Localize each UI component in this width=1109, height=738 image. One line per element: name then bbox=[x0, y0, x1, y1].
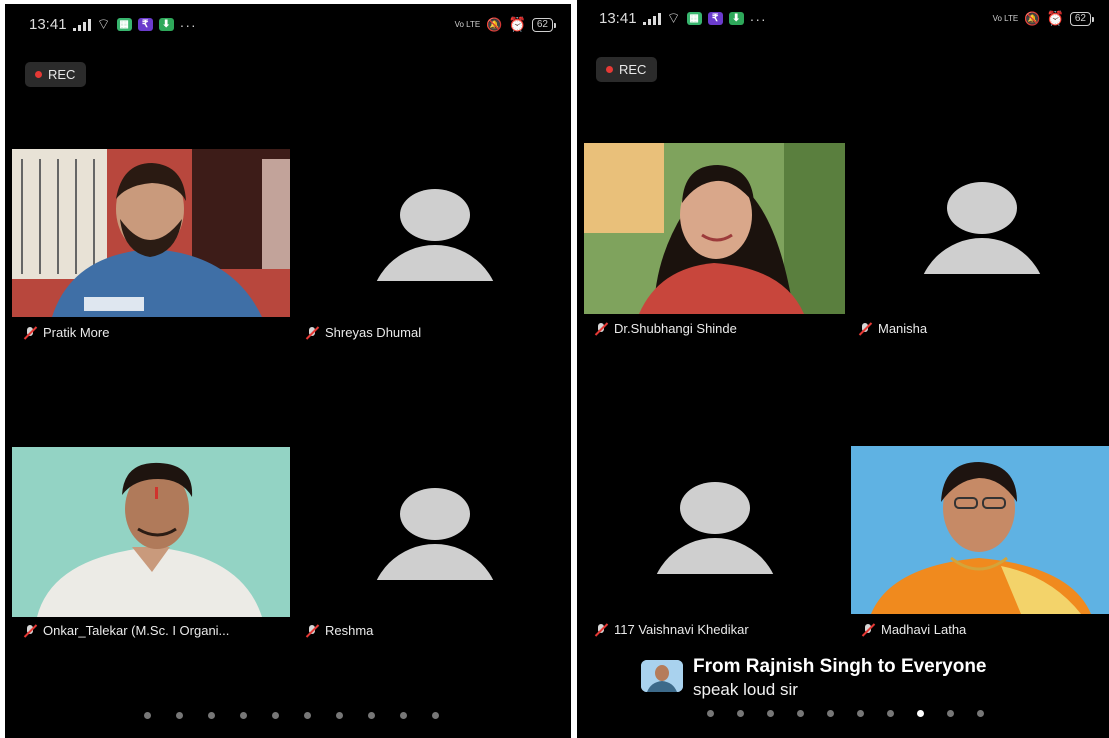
avatar-placeholder-icon[interactable] bbox=[650, 482, 780, 578]
participant-name: Madhavi Latha bbox=[881, 622, 967, 637]
participant-video-frame bbox=[851, 446, 1109, 614]
participant-label: Madhavi Latha bbox=[861, 622, 966, 637]
video-tile-onkar-talekar[interactable] bbox=[12, 447, 290, 617]
page-dot[interactable] bbox=[887, 710, 894, 717]
page-dot[interactable] bbox=[144, 712, 151, 719]
alarm-icon: ⏰ bbox=[1046, 10, 1064, 26]
battery-icon: 62 bbox=[1069, 11, 1095, 26]
alarm-icon: ⏰ bbox=[508, 16, 526, 32]
participant-name: 117 Vaishnavi Khedikar bbox=[614, 622, 749, 637]
more-notifications-icon: ··· bbox=[179, 16, 197, 33]
status-left: 13:41 ⌔ ▦ ₹ ⬇ ··· bbox=[599, 10, 767, 27]
status-bar: 13:41 ⌔ ▦ ₹ ⬇ ··· Vo LTE 🔕 ⏰ 62 bbox=[577, 0, 1109, 40]
page-dot[interactable] bbox=[917, 710, 924, 717]
page-dot[interactable] bbox=[827, 710, 834, 717]
page-dot[interactable] bbox=[737, 710, 744, 717]
participant-label: Dr.Shubhangi Shinde bbox=[594, 321, 737, 336]
chat-sender-avatar bbox=[641, 660, 683, 692]
signal-icon bbox=[72, 18, 91, 31]
mic-muted-icon bbox=[594, 321, 609, 336]
page-dot[interactable] bbox=[400, 712, 407, 719]
wifi-icon: ⌔ bbox=[96, 16, 111, 33]
app-notification-icon: ▦ bbox=[686, 12, 702, 25]
recording-dot-icon bbox=[606, 66, 613, 73]
wifi-icon: ⌔ bbox=[666, 10, 681, 27]
participant-name: Manisha bbox=[878, 321, 928, 336]
page-dot[interactable] bbox=[368, 712, 375, 719]
status-left: 13:41 ⌔ ▦ ₹ ⬇ ··· bbox=[29, 16, 197, 33]
volte-icon: Vo LTE bbox=[454, 19, 481, 29]
mic-muted-icon bbox=[305, 623, 320, 638]
signal-icon bbox=[642, 12, 661, 25]
status-right: Vo LTE 🔕 ⏰ 62 bbox=[454, 16, 557, 33]
participant-label: Shreyas Dhumal bbox=[305, 325, 421, 340]
meeting-screen-right: 13:41 ⌔ ▦ ₹ ⬇ ··· Vo LTE 🔕 ⏰ 62 REC Dr.S… bbox=[577, 0, 1109, 738]
status-right: Vo LTE 🔕 ⏰ 62 bbox=[992, 10, 1095, 27]
rec-label: REC bbox=[619, 62, 647, 77]
status-bar: 13:41 ⌔ ▦ ₹ ⬇ ··· Vo LTE 🔕 ⏰ 62 bbox=[5, 4, 571, 44]
download-icon: ⬇ bbox=[728, 12, 744, 25]
page-dot[interactable] bbox=[240, 712, 247, 719]
recording-indicator: REC bbox=[25, 62, 87, 87]
mute-icon: 🔕 bbox=[1024, 10, 1041, 26]
participant-name: Dr.Shubhangi Shinde bbox=[614, 321, 737, 336]
page-dot[interactable] bbox=[208, 712, 215, 719]
mute-icon: 🔕 bbox=[486, 16, 503, 32]
page-dot[interactable] bbox=[272, 712, 279, 719]
page-dot[interactable] bbox=[432, 712, 439, 719]
participant-label: Reshma bbox=[305, 623, 373, 638]
participant-video-frame bbox=[12, 149, 290, 317]
avatar-placeholder-icon[interactable] bbox=[917, 182, 1047, 278]
page-dot[interactable] bbox=[977, 710, 984, 717]
avatar-placeholder-icon[interactable] bbox=[370, 189, 500, 285]
participant-name: Reshma bbox=[325, 623, 374, 638]
rec-label: REC bbox=[48, 67, 76, 82]
battery-icon: 62 bbox=[531, 17, 557, 32]
download-icon: ⬇ bbox=[158, 18, 174, 31]
volte-icon: Vo LTE bbox=[992, 13, 1019, 23]
participant-name: Pratik More bbox=[43, 325, 110, 340]
page-dot[interactable] bbox=[336, 712, 343, 719]
mic-muted-icon bbox=[305, 325, 320, 340]
participant-label: Pratik More bbox=[23, 325, 109, 340]
page-dot[interactable] bbox=[176, 712, 183, 719]
status-time: 13:41 bbox=[29, 16, 67, 33]
status-time: 13:41 bbox=[599, 10, 637, 27]
video-tile-pratik-more[interactable] bbox=[12, 149, 290, 317]
participant-video-frame bbox=[584, 143, 845, 314]
page-dot[interactable] bbox=[304, 712, 311, 719]
app-notification-icon: ▦ bbox=[116, 18, 132, 31]
recording-indicator: REC bbox=[596, 57, 658, 82]
mic-muted-icon bbox=[861, 622, 876, 637]
participant-video-frame bbox=[12, 447, 290, 617]
mic-muted-icon bbox=[23, 325, 38, 340]
avatar-placeholder-icon[interactable] bbox=[370, 488, 500, 584]
page-dot[interactable] bbox=[947, 710, 954, 717]
video-tile-shubhangi-shinde[interactable] bbox=[584, 143, 845, 314]
page-dot[interactable] bbox=[797, 710, 804, 717]
mic-muted-icon bbox=[858, 321, 873, 336]
payment-app-icon: ₹ bbox=[137, 18, 153, 31]
participant-label: Manisha bbox=[858, 321, 927, 336]
page-dot[interactable] bbox=[857, 710, 864, 717]
participant-name: Shreyas Dhumal bbox=[325, 325, 422, 340]
video-tile-madhavi-latha[interactable] bbox=[851, 446, 1109, 614]
meeting-screen-left: 13:41 ⌔ ▦ ₹ ⬇ ··· Vo LTE 🔕 ⏰ 62 REC Prat… bbox=[5, 4, 571, 738]
page-indicator[interactable] bbox=[144, 712, 439, 719]
participant-label: 117 Vaishnavi Khedikar bbox=[594, 622, 749, 637]
page-dot[interactable] bbox=[707, 710, 714, 717]
participant-name: Onkar_Talekar (M.Sc. I Organi... bbox=[43, 623, 230, 638]
page-dot[interactable] bbox=[767, 710, 774, 717]
chat-message-toast[interactable]: From Rajnish Singh to Everyone speak lou… bbox=[641, 656, 987, 700]
mic-muted-icon bbox=[594, 622, 609, 637]
recording-dot-icon bbox=[35, 71, 42, 78]
payment-app-icon: ₹ bbox=[707, 12, 723, 25]
page-indicator[interactable] bbox=[707, 710, 984, 717]
mic-muted-icon bbox=[23, 623, 38, 638]
participant-label: Onkar_Talekar (M.Sc. I Organi... bbox=[23, 623, 229, 638]
chat-text: speak loud sir bbox=[693, 680, 798, 699]
chat-sender: From Rajnish Singh to Everyone bbox=[693, 656, 987, 677]
more-notifications-icon: ··· bbox=[749, 10, 767, 27]
